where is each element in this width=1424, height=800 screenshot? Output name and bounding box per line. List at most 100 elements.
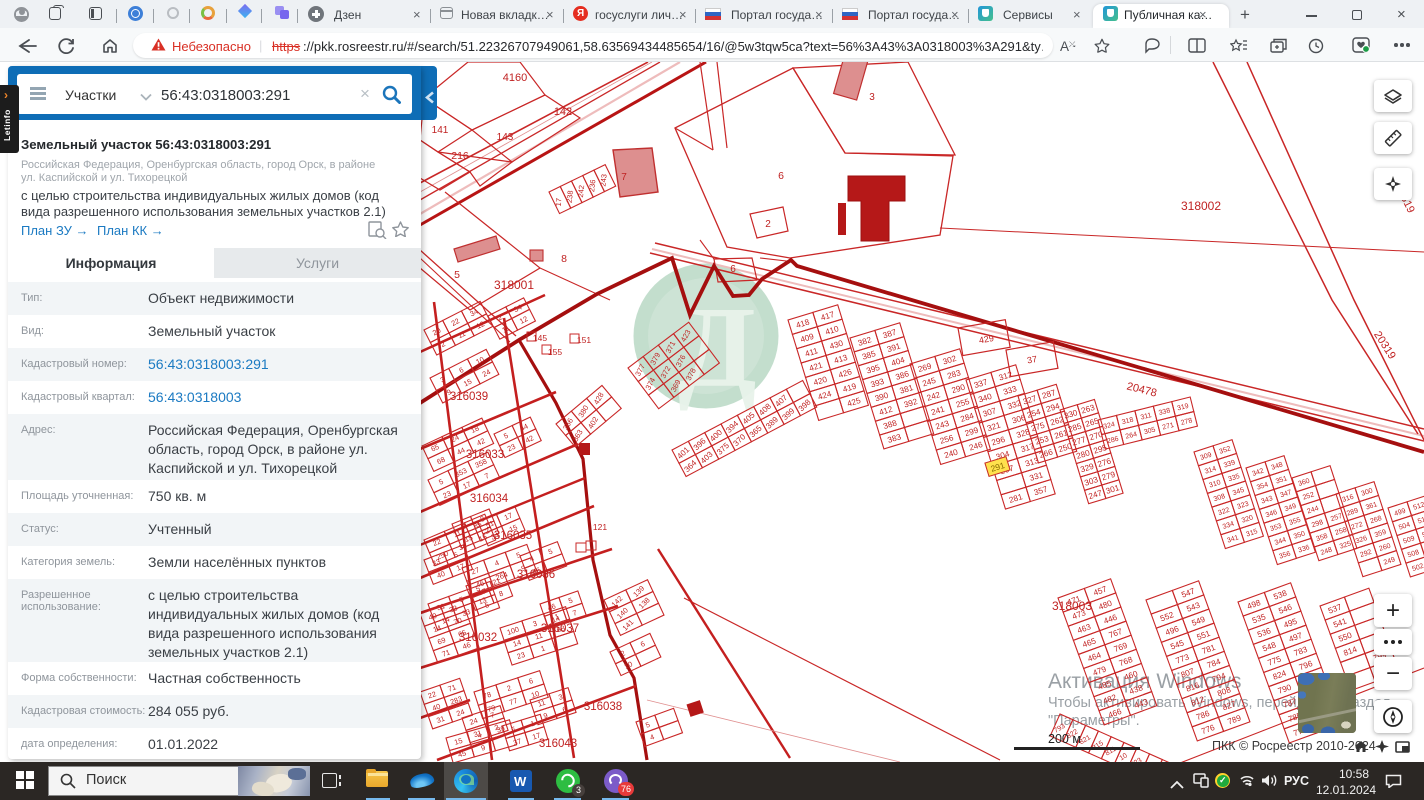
svg-text:20: 20 — [431, 326, 442, 338]
svg-text:361: 361 — [1365, 501, 1378, 511]
svg-text:457: 457 — [1092, 584, 1108, 597]
svg-text:4: 4 — [493, 558, 500, 568]
svg-text:773: 773 — [1174, 652, 1190, 665]
svg-text:344: 344 — [1274, 537, 1287, 547]
svg-text:812: 812 — [1190, 695, 1206, 708]
svg-text:808: 808 — [1216, 685, 1232, 698]
svg-text:22: 22 — [427, 689, 438, 700]
svg-text:382: 382 — [857, 335, 873, 348]
svg-text:276: 276 — [1097, 456, 1113, 469]
svg-text:307: 307 — [982, 406, 998, 419]
svg-text:321: 321 — [986, 420, 1002, 433]
svg-text:784: 784 — [1206, 657, 1222, 670]
svg-text:278: 278 — [1180, 417, 1193, 427]
svg-text:354: 354 — [1256, 481, 1269, 491]
svg-text:383: 383 — [887, 432, 903, 445]
svg-text:388: 388 — [882, 418, 898, 431]
svg-text:324: 324 — [1103, 421, 1116, 431]
svg-text:249: 249 — [1383, 556, 1396, 566]
svg-text:327: 327 — [1022, 394, 1038, 407]
svg-text:4160: 4160 — [503, 72, 527, 84]
svg-text:242: 242 — [926, 390, 942, 403]
svg-text:369: 369 — [669, 378, 683, 393]
svg-text:350: 350 — [1293, 530, 1306, 540]
svg-text:2: 2 — [506, 683, 513, 693]
svg-text:303: 303 — [1083, 475, 1099, 488]
svg-text:353: 353 — [1269, 523, 1282, 533]
svg-text:412: 412 — [878, 404, 894, 417]
svg-text:6: 6 — [778, 170, 784, 182]
svg-text:248: 248 — [1320, 547, 1333, 557]
svg-text:33: 33 — [448, 603, 459, 614]
svg-text:316036: 316036 — [517, 569, 555, 581]
svg-text:325: 325 — [1339, 540, 1352, 550]
svg-text:419: 419 — [842, 381, 858, 394]
svg-text:9: 9 — [542, 711, 549, 721]
svg-text:769: 769 — [1113, 641, 1129, 654]
svg-text:285: 285 — [1067, 421, 1083, 434]
svg-text:318003: 318003 — [1052, 599, 1092, 613]
svg-text:12: 12 — [518, 314, 529, 326]
svg-text:316033: 316033 — [466, 449, 504, 461]
svg-text:418: 418 — [795, 317, 811, 330]
svg-text:5: 5 — [567, 596, 574, 606]
svg-text:78: 78 — [482, 690, 493, 701]
svg-text:240: 240 — [943, 447, 959, 460]
svg-text:14: 14 — [512, 638, 523, 649]
svg-text:446: 446 — [1102, 613, 1118, 626]
svg-text:794: 794 — [1211, 671, 1227, 684]
svg-text:216: 216 — [451, 150, 469, 162]
svg-text:335: 335 — [1227, 473, 1240, 483]
svg-text:68: 68 — [435, 455, 446, 467]
svg-text:77: 77 — [508, 696, 519, 707]
svg-text:345: 345 — [1232, 487, 1245, 497]
svg-text:376: 376 — [674, 353, 688, 368]
svg-text:426: 426 — [837, 367, 853, 380]
svg-text:11: 11 — [500, 323, 511, 334]
svg-text:294: 294 — [1045, 401, 1061, 414]
svg-text:551: 551 — [1196, 629, 1212, 642]
svg-text:316035: 316035 — [494, 530, 532, 542]
svg-text:538: 538 — [1272, 588, 1288, 601]
svg-text:243: 243 — [934, 419, 950, 432]
svg-text:316034: 316034 — [470, 493, 509, 505]
svg-text:504: 504 — [1398, 521, 1411, 531]
svg-text:260: 260 — [1378, 543, 1391, 553]
svg-text:3: 3 — [439, 375, 447, 385]
svg-text:824: 824 — [1272, 668, 1288, 681]
svg-text:479: 479 — [1092, 664, 1108, 677]
svg-text:319: 319 — [1177, 403, 1190, 413]
svg-text:269: 269 — [917, 361, 933, 374]
svg-text:121: 121 — [593, 522, 607, 532]
svg-text:404: 404 — [890, 355, 906, 368]
svg-text:292: 292 — [1359, 549, 1372, 559]
svg-text:424: 424 — [817, 389, 833, 402]
svg-text:244: 244 — [1306, 505, 1319, 515]
svg-text:510: 510 — [1417, 515, 1424, 525]
svg-text:265: 265 — [1084, 416, 1100, 429]
svg-text:536: 536 — [1256, 626, 1272, 639]
svg-text:5: 5 — [547, 547, 554, 557]
svg-text:541: 541 — [1332, 616, 1348, 629]
svg-text:390: 390 — [874, 391, 890, 404]
svg-text:391: 391 — [886, 341, 902, 354]
svg-text:145: 145 — [533, 333, 547, 343]
svg-text:464: 464 — [1086, 650, 1102, 663]
svg-text:310: 310 — [1208, 479, 1221, 489]
svg-text:151: 151 — [577, 335, 591, 345]
svg-text:277: 277 — [1071, 435, 1087, 448]
svg-text:333: 333 — [1002, 384, 1018, 397]
svg-text:395: 395 — [865, 363, 881, 376]
svg-text:340: 340 — [977, 392, 993, 405]
svg-text:10: 10 — [623, 659, 634, 671]
svg-text:20319: 20319 — [1371, 329, 1398, 361]
svg-text:512: 512 — [1412, 501, 1424, 511]
svg-text:323: 323 — [1236, 501, 1249, 511]
svg-text:296: 296 — [990, 435, 1006, 448]
svg-text:343: 343 — [1260, 495, 1273, 505]
svg-text:547: 547 — [1180, 586, 1196, 599]
svg-text:3: 3 — [532, 619, 539, 629]
svg-text:247: 247 — [1087, 488, 1103, 501]
svg-text:253: 253 — [1034, 434, 1050, 447]
svg-text:322: 322 — [1217, 507, 1230, 517]
